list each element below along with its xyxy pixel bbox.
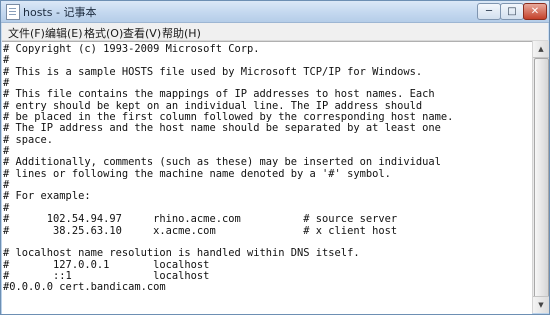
scroll-up-arrow-icon[interactable]: ▲ xyxy=(533,41,549,58)
menu-format[interactable]: 格式(O) xyxy=(84,25,123,41)
text-line: # xyxy=(3,201,10,214)
notepad-icon xyxy=(6,4,20,20)
text-editor[interactable]: # Copyright (c) 1993-2009 Microsoft Corp… xyxy=(2,41,532,314)
text-line: # This file contains the mappings of IP … xyxy=(3,88,435,101)
window-title: hosts - 记事本 xyxy=(23,6,97,19)
text-line: # Copyright (c) 1993-2009 Microsoft Corp… xyxy=(3,43,260,55)
text-line: # The IP address and the host name shoul… xyxy=(3,122,441,135)
text-line: # xyxy=(3,145,10,158)
text-line: # space. xyxy=(3,133,54,146)
text-line: # ::1 localhost xyxy=(3,269,210,282)
title-bar[interactable]: hosts - 记事本 ─ □ ✕ xyxy=(1,1,549,23)
close-button[interactable]: ✕ xyxy=(523,3,547,20)
menu-bar: 文件(F) 编辑(E) 格式(O) 查看(V) 帮助(H) xyxy=(2,23,548,41)
text-line: # For example: xyxy=(3,190,91,203)
minimize-button[interactable]: ─ xyxy=(477,3,501,20)
text-line: #0.0.0.0 cert.bandicam.com xyxy=(3,281,166,294)
text-line: # localhost name resolution is handled w… xyxy=(3,247,360,260)
text-line: # Additionally, comments (such as these)… xyxy=(3,156,441,169)
scroll-down-arrow-icon[interactable]: ▼ xyxy=(533,296,549,313)
text-line: # lines or following the machine name de… xyxy=(3,167,391,180)
text-line: # xyxy=(3,77,10,90)
maximize-button[interactable]: □ xyxy=(500,3,524,20)
menu-file[interactable]: 文件(F) xyxy=(8,25,45,41)
text-line: # entry should be kept on an individual … xyxy=(3,99,423,112)
menu-help[interactable]: 帮助(H) xyxy=(162,25,201,41)
menu-edit[interactable]: 编辑(E) xyxy=(45,25,83,41)
text-line: # 102.54.94.97 rhino.acme.com # source s… xyxy=(3,213,398,226)
text-line: # 127.0.0.1 localhost xyxy=(3,258,210,271)
text-line: # This is a sample HOSTS file used by Mi… xyxy=(3,65,423,78)
file-content: # Copyright (c) 1993-2009 Microsoft Corp… xyxy=(2,42,532,294)
notepad-window: hosts - 记事本 ─ □ ✕ 文件(F) 编辑(E) 格式(O) 查看(V… xyxy=(0,0,550,315)
text-line: # xyxy=(3,54,10,67)
vertical-scrollbar[interactable]: ▲ ▼ xyxy=(532,41,549,313)
text-line: # be placed in the first column followed… xyxy=(3,111,454,124)
menu-view[interactable]: 查看(V) xyxy=(123,25,161,41)
text-line: # 38.25.63.10 x.acme.com # x client host xyxy=(3,224,398,237)
text-line: # xyxy=(3,179,10,192)
scroll-thumb[interactable] xyxy=(534,58,549,312)
